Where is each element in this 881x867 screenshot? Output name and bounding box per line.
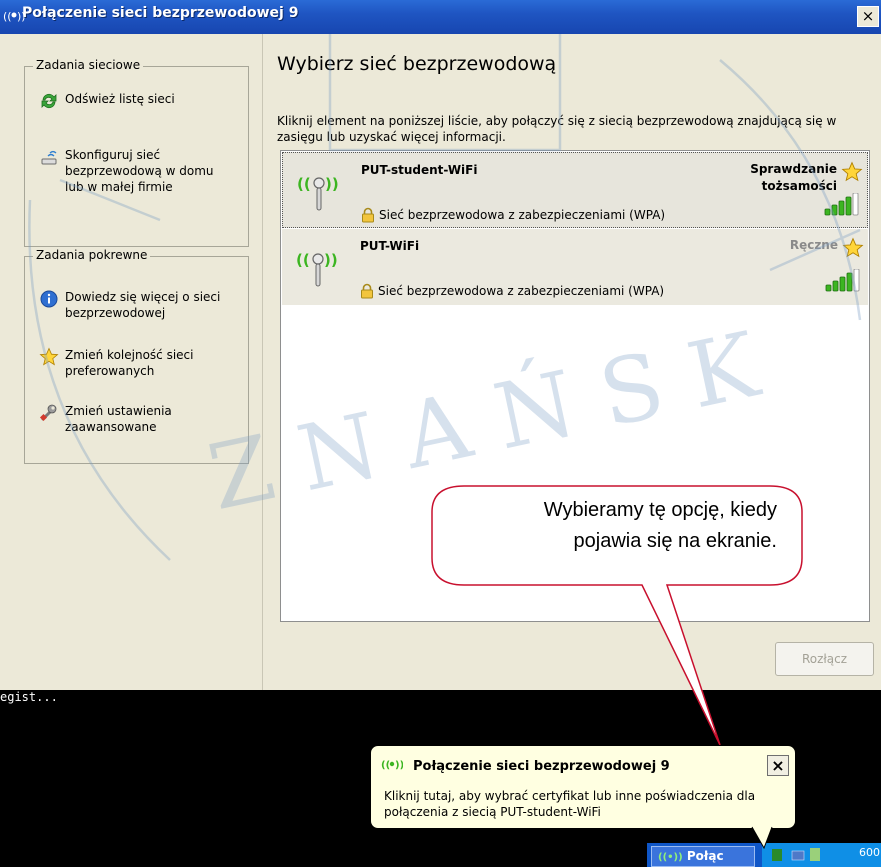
signal-bar — [839, 276, 846, 292]
balloon-title: Połączenie sieci bezprzewodowej 9 — [413, 759, 670, 774]
learn-more-wireless-label: Dowiedz się więcej o sieci bezprzewodowe… — [65, 290, 221, 320]
instructions-text: Kliknij element na poniższej liście, aby… — [277, 114, 837, 144]
network-tasks-group: Zadania sieciowe Odśwież listę sieci Sko… — [24, 58, 249, 247]
svg-text:((: (( — [3, 10, 12, 23]
signal-bar — [824, 208, 831, 216]
wireless-network-icon: (( )) — [381, 760, 403, 771]
network-status: Sprawdzanie tożsamości — [750, 161, 837, 195]
tray-clock: 600 — [859, 846, 880, 859]
network-security: Sieć bezprzewodowa z zabezpieczeniami (W… — [360, 283, 664, 299]
taskbar-wireless-icon: ((•)) — [658, 852, 683, 863]
signal-bar — [852, 193, 859, 216]
network-status: Ręczne — [790, 237, 838, 254]
network-item-put-wifi[interactable]: (( )) PUT-WiFi Ręczne Sieć bezprzewodowa… — [282, 229, 868, 305]
wireless-antenna-icon: (( )) — [297, 175, 339, 211]
refresh-network-list-label: Odśwież listę sieci — [65, 92, 175, 106]
svg-text:)): )) — [325, 175, 339, 193]
signal-bar — [832, 280, 839, 292]
change-preferred-order-task[interactable]: Zmień kolejność sieci preferowanych — [39, 347, 240, 379]
notification-balloon[interactable]: (( )) Połączenie sieci bezprzewodowej 9 … — [370, 745, 796, 829]
network-security-label: Sieć bezprzewodowa z zabezpieczeniami (W… — [378, 284, 665, 298]
lock-icon — [361, 283, 373, 299]
svg-text:((: (( — [297, 175, 311, 193]
change-advanced-settings-task[interactable]: Zmień ustawienia zaawansowane — [39, 403, 240, 435]
network-status-line-2: tożsamości — [761, 179, 837, 193]
network-status-line-1: Ręczne — [789, 238, 838, 252]
network-security-label: Sieć bezprzewodowa z zabezpieczeniami (W… — [379, 208, 666, 222]
network-tasks-title: Zadania sieciowe — [33, 58, 144, 72]
related-tasks-group: Zadania pokrewne Dowiedz się więcej o si… — [24, 248, 249, 464]
star-icon — [39, 347, 59, 366]
balloon-pointer — [751, 826, 773, 850]
network-security: Sieć bezprzewodowa z zabezpieczeniami (W… — [361, 207, 665, 223]
wrench-icon — [39, 404, 57, 422]
network-status-line-1: Sprawdzanie — [750, 162, 837, 176]
svg-text:)): )) — [395, 760, 403, 771]
task-pane: Zadania sieciowe Odśwież listę sieci Sko… — [0, 34, 263, 690]
preferred-network-star-icon — [842, 237, 864, 258]
related-tasks-title: Zadania pokrewne — [33, 248, 151, 262]
network-name: PUT-WiFi — [360, 239, 420, 253]
svg-text:((: (( — [296, 251, 310, 269]
change-advanced-settings-label: Zmień ustawienia zaawansowane — [65, 404, 172, 434]
svg-text:)): )) — [324, 251, 338, 269]
lock-icon — [362, 207, 374, 223]
signal-bar — [838, 200, 845, 216]
wireless-antenna-icon: (( )) — [296, 251, 338, 287]
info-icon — [40, 290, 58, 308]
window-title-bar[interactable]: (( )) Połączenie sieci bezprzewodowej 9 … — [0, 0, 881, 34]
window-title: Połączenie sieci bezprzewodowej 9 — [22, 5, 299, 21]
balloon-message[interactable]: Kliknij tutaj, aby wybrać certyfikat lub… — [384, 788, 784, 820]
setup-wireless-network-task[interactable]: Skonfiguruj sieć bezprzewodową w domu lu… — [39, 147, 240, 195]
preferred-network-star-icon — [841, 161, 863, 182]
taskbar-button-label: Połąc — [686, 849, 724, 863]
network-name: PUT-student-WiFi — [361, 163, 478, 177]
balloon-close-button[interactable]: × — [767, 755, 789, 776]
signal-bar — [845, 196, 852, 216]
callout-text: Wybieramy tę opcję, kiedy pojawia się na… — [543, 499, 777, 552]
page-title: Wybierz sieć bezprzewodową — [277, 53, 557, 75]
disconnect-button[interactable]: Rozłącz — [775, 642, 874, 676]
signal-bar — [825, 284, 832, 292]
learn-more-wireless-task[interactable]: Dowiedz się więcej o sieci bezprzewodowe… — [39, 289, 240, 321]
signal-bar — [846, 272, 853, 292]
refresh-network-list-task[interactable]: Odśwież listę sieci — [39, 91, 240, 111]
signal-bar — [831, 204, 838, 216]
signal-strength-icon — [824, 193, 859, 216]
svg-text:((: (( — [381, 760, 390, 771]
console-output: egist... — [0, 690, 58, 704]
refresh-icon — [41, 93, 57, 109]
window-close-button[interactable]: × — [857, 6, 879, 27]
signal-strength-icon — [825, 269, 860, 292]
network-item-put-student-wifi[interactable]: (( )) PUT-student-WiFi Sprawdzanie tożsa… — [282, 152, 868, 228]
signal-bar — [853, 269, 860, 292]
wireless-setup-icon — [41, 150, 57, 165]
setup-wireless-network-label: Skonfiguruj sieć bezprzewodową w domu lu… — [65, 148, 214, 194]
change-preferred-order-label: Zmień kolejność sieci preferowanych — [65, 348, 194, 378]
taskbar-window-button[interactable]: ((•)) Połąc — [651, 846, 755, 867]
